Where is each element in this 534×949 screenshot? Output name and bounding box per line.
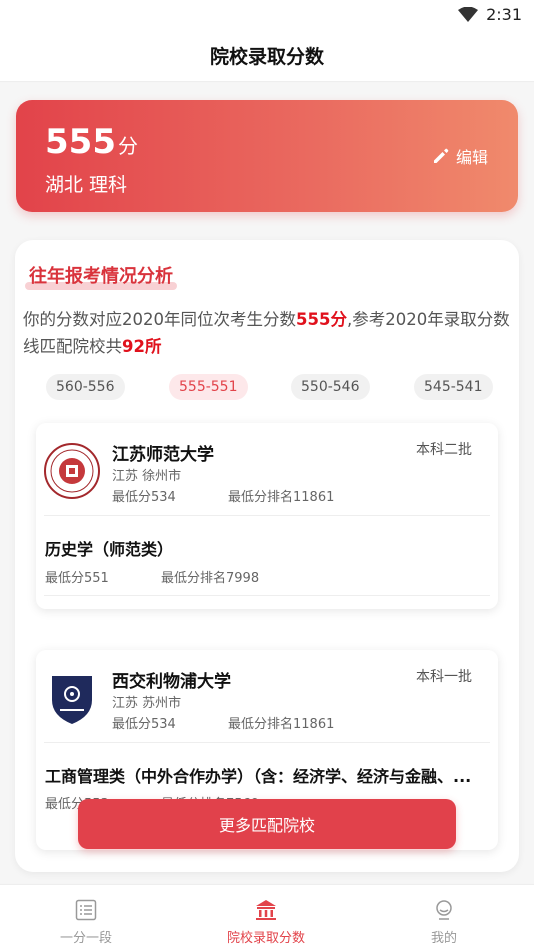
desc-score: 555分: [296, 310, 347, 329]
divider: [44, 742, 490, 743]
range-tab[interactable]: 545-541: [414, 374, 493, 400]
divider: [44, 515, 490, 516]
wifi-icon: [458, 6, 479, 22]
score-card: 555 分 湖北 理科 编辑: [16, 100, 518, 212]
major-min-rank: 最低分排名7998: [161, 571, 260, 586]
analysis-panel: 往年报考情况分析 你的分数对应2020年同位次考生分数555分,参考2020年录…: [15, 240, 519, 872]
desc-text-1: 你的分数对应2020年同位次考生分数: [23, 310, 296, 329]
university-card[interactable]: 江苏师范大学 本科二批 江苏 徐州市 最低分534 最低分排名11861 历史学…: [36, 423, 498, 609]
range-tabs: 560-556 555-551 550-546 545-541: [15, 374, 519, 400]
score-unit: 分: [117, 134, 138, 158]
university-location: 江苏 徐州市: [112, 469, 182, 484]
university-min-score: 最低分534: [112, 490, 176, 505]
status-bar: 2:31: [0, 0, 534, 30]
major-min-score: 最低分551: [45, 571, 109, 586]
score: 555 分: [45, 122, 138, 162]
university-location: 江苏 苏州市: [112, 696, 182, 711]
university-min-rank: 最低分排名11861: [228, 717, 335, 732]
desc-count: 92所: [122, 337, 162, 356]
bottom-tab-bar: 一分一段 院校录取分数 我的: [0, 884, 534, 949]
score-region: 湖北 理科: [45, 174, 128, 196]
status-time: 2:31: [486, 5, 522, 24]
section-title-text: 往年报考情况分析: [29, 266, 173, 287]
university-name: 西交利物浦大学: [112, 672, 231, 692]
pencil-icon: [433, 148, 449, 163]
school-icon: [256, 900, 276, 920]
status-icons: 2:31: [458, 5, 522, 24]
edit-button[interactable]: 编辑: [432, 144, 488, 168]
range-tab-active[interactable]: 555-551: [169, 374, 248, 400]
university-batch: 本科二批: [416, 442, 472, 458]
page-title: 院校录取分数: [209, 46, 324, 68]
major-name: 工商管理类（中外合作办学）（含：经济学、经济与金融、...: [45, 767, 472, 786]
university-batch: 本科一批: [416, 669, 472, 685]
university-min-rank: 最低分排名11861: [228, 490, 335, 505]
analysis-description: 你的分数对应2020年同位次考生分数555分,参考2020年录取分数线匹配院校共…: [23, 306, 515, 360]
university-min-score: 最低分534: [112, 717, 176, 732]
university-shield-icon: [52, 676, 92, 724]
tab-label: 院校录取分数: [227, 931, 306, 946]
tab-label: 一分一段: [60, 931, 113, 946]
edit-label: 编辑: [455, 148, 488, 167]
tab-score-segments[interactable]: 一分一段: [60, 899, 112, 946]
profile-icon: [436, 900, 452, 920]
tab-admission-scores[interactable]: 院校录取分数: [227, 899, 305, 946]
major-name: 历史学（师范类）: [45, 540, 174, 559]
range-tab[interactable]: 560-556: [46, 374, 125, 400]
score-value: 555: [45, 122, 116, 162]
section-title: 往年报考情况分析: [25, 262, 177, 290]
tab-mine[interactable]: 我的: [431, 899, 457, 946]
university-name: 江苏师范大学: [112, 445, 214, 465]
range-tab[interactable]: 550-546: [291, 374, 370, 400]
tab-label: 我的: [431, 931, 458, 946]
list-icon: [75, 899, 97, 921]
header: 院校录取分数: [0, 30, 534, 82]
university-logo-icon: [44, 443, 100, 499]
more-schools-button[interactable]: 更多匹配院校: [78, 799, 456, 849]
divider: [44, 595, 490, 596]
